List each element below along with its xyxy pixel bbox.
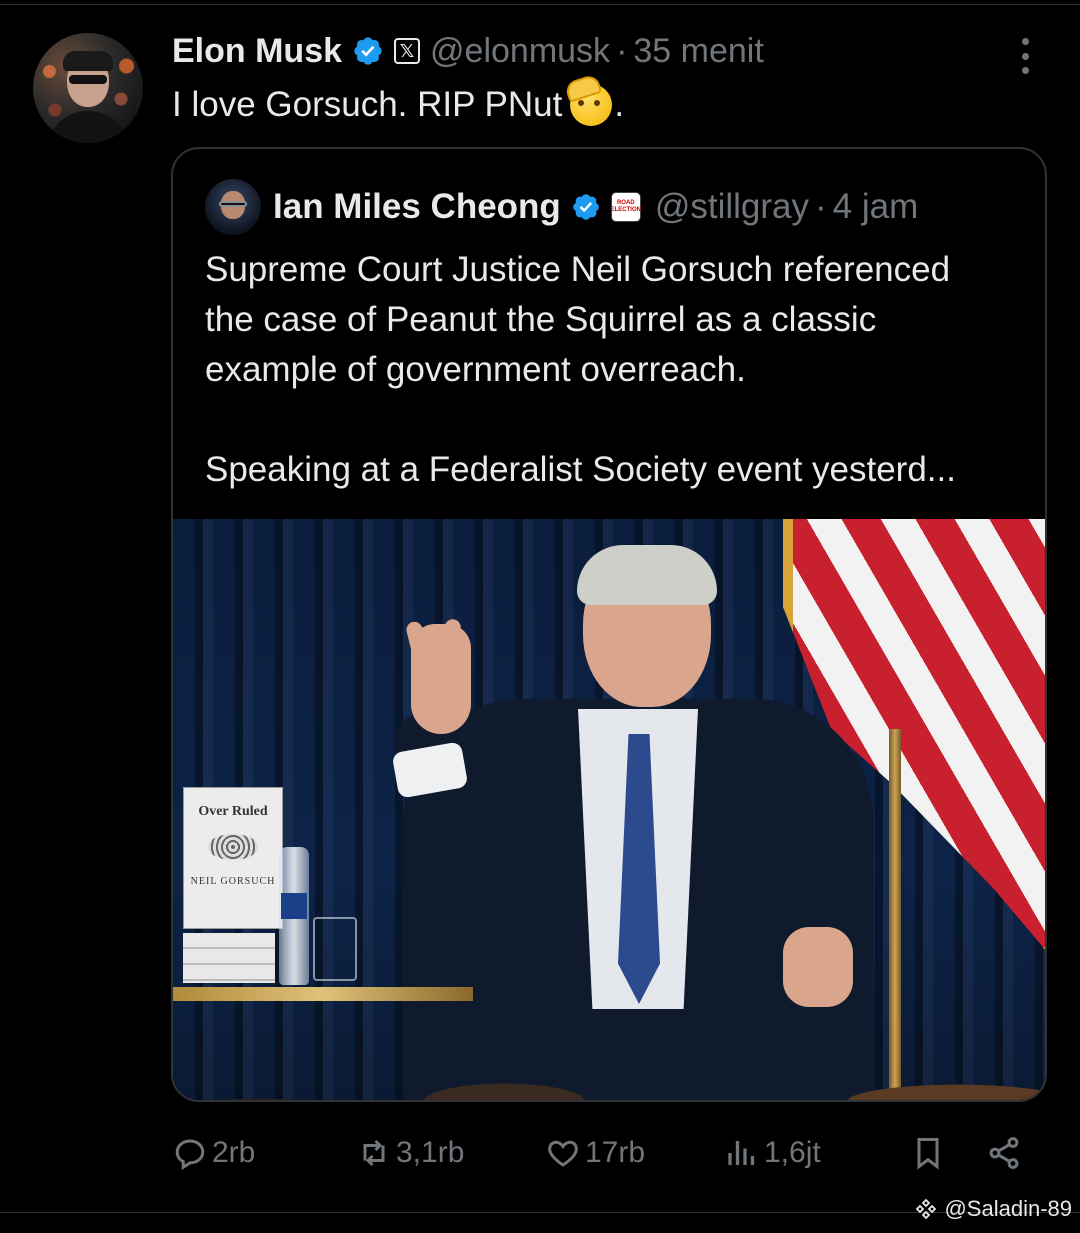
watermark: @Saladin-89 <box>914 1196 1072 1222</box>
affiliation-badge-icon: ROAD ELECTION <box>611 192 641 222</box>
reply-button[interactable]: 2rb <box>172 1128 255 1178</box>
book-author: NEIL GORSUCH <box>190 876 276 887</box>
watermark-text: @Saladin-89 <box>944 1196 1072 1221</box>
tweet-text: I love Gorsuch. RIP PNut . <box>172 84 624 126</box>
quoted-tweet-photo[interactable]: Over Ruled NEIL GORSUCH <box>173 519 1045 1100</box>
binance-diamond-icon <box>916 1198 937 1220</box>
quoted-tweet-time: 4 jam <box>832 187 919 226</box>
bookmark-icon <box>917 1138 939 1170</box>
quoted-paragraph-2: Speaking at a Federalist Society event y… <box>205 450 956 489</box>
repost-icon <box>363 1139 385 1167</box>
speaker-hair <box>577 545 717 605</box>
book-title: Over Ruled <box>198 804 268 819</box>
quoted-author-name: Ian Miles Cheong <box>273 187 561 226</box>
affiliation-badge-line-1: ROAD <box>616 200 635 206</box>
more-options-icon[interactable] <box>1010 36 1040 76</box>
author-avatar[interactable] <box>33 33 143 143</box>
views-button[interactable]: 1,6jt <box>724 1128 821 1178</box>
bookmark-button[interactable] <box>910 1128 950 1178</box>
reply-icon <box>175 1139 205 1170</box>
share-button[interactable] <box>986 1128 1026 1178</box>
water-glass <box>313 917 357 981</box>
author-handle[interactable]: @elonmusk <box>430 32 610 71</box>
quoted-author-avatar <box>205 179 261 235</box>
book-cover: Over Ruled NEIL GORSUCH <box>183 787 283 929</box>
quoted-tweet-header: Ian Miles Cheong ROAD ELECTION @stillgra… <box>205 179 918 235</box>
book-maze-graphic <box>208 834 258 860</box>
quoted-tweet-card[interactable]: Ian Miles Cheong ROAD ELECTION @stillgra… <box>171 147 1047 1102</box>
quoted-verified-badge-icon <box>573 194 599 220</box>
audience-heads <box>173 979 1045 1100</box>
repost-count: 3,1rb <box>396 1136 465 1169</box>
views-count: 1,6jt <box>764 1136 821 1169</box>
affiliation-badge-line-2: ELECTION <box>610 207 641 213</box>
header-separator: · <box>616 31 628 70</box>
tweet-actions: 2rb 3,1rb 17rb 1,6jt <box>0 1128 1080 1178</box>
tweet-header: Elon Musk 𝕏 @elonmusk · 35 menit <box>172 28 764 74</box>
like-button[interactable]: 17rb <box>545 1128 645 1178</box>
heart-icon <box>548 1140 578 1167</box>
quoted-paragraph-1: Supreme Court Justice Neil Gorsuch refer… <box>205 250 951 389</box>
verified-badge-icon[interactable] <box>352 35 384 67</box>
x-logo-badge-icon[interactable]: 𝕏 <box>394 38 421 64</box>
like-count: 17rb <box>585 1136 646 1169</box>
book-stack <box>183 933 275 983</box>
views-bar-chart-icon <box>728 1141 755 1165</box>
author-name[interactable]: Elon Musk <box>172 32 342 71</box>
quoted-author-handle: @stillgray <box>654 187 809 226</box>
repost-button[interactable]: 3,1rb <box>356 1128 464 1178</box>
quoted-header-separator: · <box>814 187 827 226</box>
top-divider <box>0 4 1080 5</box>
saluting-face-emoji-icon <box>570 84 613 126</box>
tweet-time[interactable]: 35 menit <box>633 32 763 71</box>
reply-count: 2rb <box>212 1136 256 1169</box>
quoted-tweet-text: Supreme Court Justice Neil Gorsuch refer… <box>205 245 1025 495</box>
share-icon <box>989 1137 1019 1169</box>
tweet-text-body: I love Gorsuch. RIP PNut <box>172 85 563 124</box>
water-bottle <box>279 847 309 985</box>
tweet-text-suffix: . <box>614 85 625 124</box>
